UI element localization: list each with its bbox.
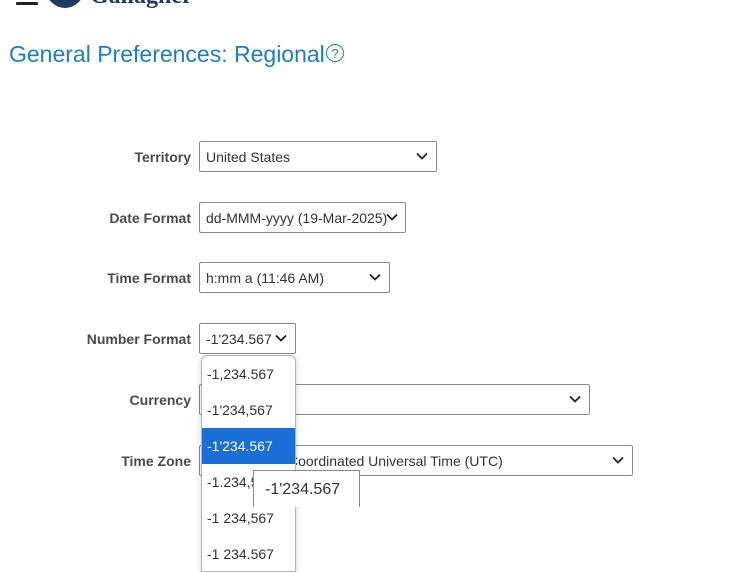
- date-format-value: dd-MMM-yyyy (19-Mar-2025): [206, 210, 388, 226]
- territory-value: United States: [206, 149, 291, 165]
- logo-text[interactable]: Gallagher: [90, 0, 193, 8]
- number-format-value: -1'234.567: [206, 331, 272, 347]
- chevron-down-icon: [275, 334, 287, 342]
- time-format-value: h:mm a (11:46 AM): [206, 270, 325, 286]
- time-format-label: Time Format: [107, 270, 191, 286]
- number-format-option[interactable]: -1'234,567: [202, 392, 295, 428]
- chevron-down-icon: [569, 395, 581, 403]
- time-zone-label: Time Zone: [121, 453, 191, 469]
- territory-label: Territory: [134, 149, 191, 165]
- top-bar: Gallagher: [0, 0, 756, 10]
- hamburger-menu-icon[interactable]: [16, 0, 38, 10]
- chevron-down-icon: [369, 273, 381, 281]
- chevron-down-icon: [612, 456, 624, 464]
- number-format-label: Number Format: [86, 331, 191, 347]
- currency-label: Currency: [129, 392, 191, 408]
- page-title: General Preferences: Regional: [9, 41, 325, 67]
- number-format-option-selected[interactable]: -1'234.567: [202, 428, 295, 464]
- date-format-label: Date Format: [109, 210, 191, 226]
- chevron-down-icon: [416, 152, 428, 160]
- number-format-select[interactable]: -1'234.567: [199, 323, 296, 354]
- help-icon[interactable]: ?: [326, 44, 344, 62]
- time-format-select[interactable]: h:mm a (11:46 AM): [199, 262, 390, 293]
- chevron-down-icon: [386, 213, 398, 221]
- gallagher-logo-icon[interactable]: [46, 0, 84, 8]
- option-tooltip: -1'234.567: [253, 470, 360, 507]
- time-zone-value: Coordinated Universal Time (UTC): [288, 453, 503, 469]
- number-format-dropdown[interactable]: -1,234.567 -1'234,567 -1'234.567 -1.234,…: [201, 355, 296, 572]
- number-format-option[interactable]: -1,234.567: [202, 356, 295, 392]
- number-format-option[interactable]: -1 234.567: [202, 536, 295, 571]
- territory-select[interactable]: United States: [199, 141, 437, 172]
- date-format-select[interactable]: dd-MMM-yyyy (19-Mar-2025): [199, 202, 406, 233]
